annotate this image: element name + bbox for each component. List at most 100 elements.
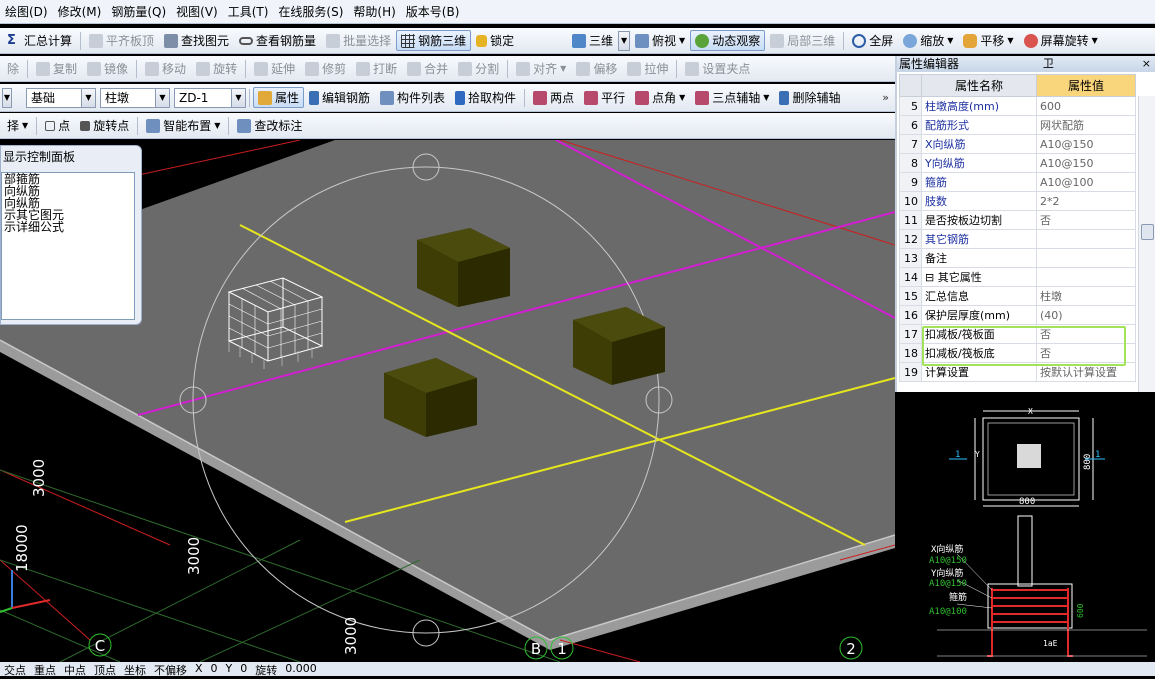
property-row[interactable]: 9 箍筋 A10@100	[899, 172, 1136, 192]
view-rebar-qty-button[interactable]: 查看钢筋量	[234, 30, 321, 51]
snap-vertex[interactable]: 顶点	[94, 662, 116, 676]
pan-button[interactable]: 平移 ▼	[958, 30, 1018, 51]
view-3d-dropdown[interactable]: ▼	[618, 30, 631, 51]
smart-layout-button[interactable]: 智能布置 ▼	[141, 115, 225, 136]
edit-rebar-button[interactable]: 编辑钢筋	[304, 87, 375, 108]
property-row[interactable]: 5 柱墩高度(mm) 600	[899, 96, 1136, 116]
screen-rotate-button[interactable]: 屏幕旋转 ▼	[1019, 30, 1103, 51]
property-name-cell: 汇总信息	[921, 286, 1037, 306]
property-value-cell[interactable]	[1036, 267, 1136, 287]
close-icon[interactable]: ×	[1142, 56, 1155, 72]
two-points-button[interactable]: 两点	[528, 87, 579, 108]
properties-button[interactable]: 属性	[253, 87, 305, 108]
property-value-cell[interactable]: 柱墩	[1036, 286, 1136, 306]
zoom-button[interactable]: 缩放 ▼	[898, 30, 958, 51]
property-row[interactable]: 10 肢数 2*2	[899, 191, 1136, 211]
split-button[interactable]: 分割	[453, 58, 504, 79]
delete-button[interactable]: 除	[2, 58, 24, 79]
no-offset-option[interactable]: 不偏移	[154, 662, 187, 676]
property-row[interactable]: 14 ⊟ 其它属性	[899, 267, 1136, 287]
category-dropdown[interactable]: 基础 ▼	[26, 87, 96, 108]
pick-component-button[interactable]: 拾取构件	[450, 87, 521, 108]
lock-button[interactable]: 锁定	[471, 30, 519, 51]
fullscreen-button[interactable]: 全屏	[847, 30, 898, 51]
menu-draw[interactable]: 绘图(D)	[0, 0, 53, 23]
dynamic-orbit-button[interactable]: 动态观察	[690, 30, 766, 51]
extend-button[interactable]: 延伸	[249, 58, 300, 79]
top-view-button[interactable]: 俯视 ▼	[630, 30, 690, 51]
toolbar-overflow-chevron[interactable]: »	[882, 91, 893, 104]
rotate-input[interactable]: 0.000	[285, 662, 317, 676]
property-value-cell[interactable]: 网状配筋	[1036, 115, 1136, 135]
list-item[interactable]: 示详细公式	[2, 221, 134, 233]
property-row[interactable]: 15 汇总信息 柱墩	[899, 286, 1136, 306]
x-input[interactable]: 0	[211, 662, 218, 676]
rotate-button[interactable]: 旋转	[191, 58, 242, 79]
y-input[interactable]: 0	[240, 662, 247, 676]
top-view-icon	[635, 33, 650, 48]
section-mark-left: 1	[955, 450, 960, 460]
property-row[interactable]: 11 是否按板边切割否	[899, 210, 1136, 230]
rebar-3d-button[interactable]: 钢筋三维	[396, 30, 472, 51]
property-value-cell[interactable]: 600	[1036, 96, 1136, 116]
align-slab-top-button[interactable]: 平齐板顶	[84, 30, 159, 51]
menu-rebar-qty[interactable]: 钢筋量(Q)	[106, 0, 171, 23]
edit-annotation-button[interactable]: 查改标注	[232, 115, 307, 136]
find-element-button[interactable]: 查找图元	[159, 30, 234, 51]
select-button[interactable]: 择 ▼	[2, 115, 33, 136]
scroll-thumb[interactable]	[1141, 224, 1154, 240]
property-row[interactable]: 12 其它钢筋	[899, 229, 1136, 249]
set-grip-button[interactable]: 设置夹点	[680, 58, 755, 79]
snap-perpendicular[interactable]: 重点	[34, 662, 56, 676]
property-row[interactable]: 13 备注	[899, 248, 1136, 268]
pin-icon[interactable]: 卫	[1043, 56, 1058, 72]
panel-list[interactable]: 部箍筋 向纵筋 向纵筋 示其它图元 示详细公式	[1, 172, 135, 320]
property-row[interactable]: 7 X向纵筋 A10@150	[899, 134, 1136, 154]
batch-select-button[interactable]: 批量选择	[321, 30, 396, 51]
component-list-button[interactable]: 构件列表	[375, 87, 450, 108]
property-value-cell[interactable]: A10@150	[1036, 134, 1136, 154]
property-value-cell[interactable]: 2*2	[1036, 191, 1136, 211]
snap-coordinate[interactable]: 坐标	[124, 662, 146, 676]
rotate-point-button[interactable]: 旋转点	[75, 115, 134, 136]
view-3d-button[interactable]: 三维	[567, 30, 618, 51]
property-scrollbar[interactable]	[1138, 96, 1155, 392]
property-value-cell[interactable]: 否	[1036, 210, 1136, 230]
snap-intersection[interactable]: 交点	[4, 662, 26, 676]
property-value-cell[interactable]	[1036, 248, 1136, 268]
point-angle-button[interactable]: 点角 ▼	[630, 87, 690, 108]
property-value-cell[interactable]	[1036, 229, 1136, 249]
property-value-cell[interactable]: A10@100	[1036, 172, 1136, 192]
calc-summary-button[interactable]: Σ 汇总计算	[2, 30, 77, 51]
trim-button[interactable]: 修剪	[300, 58, 351, 79]
property-row[interactable]: 6 配筋形式 网状配筋	[899, 115, 1136, 135]
stretch-button[interactable]: 拉伸	[622, 58, 673, 79]
copy-button[interactable]: 复制	[31, 58, 82, 79]
menu-version[interactable]: 版本号(B)	[401, 0, 465, 23]
mirror-button[interactable]: 镜像	[82, 58, 133, 79]
three-point-axis-button[interactable]: 三点辅轴 ▼	[690, 87, 774, 108]
menu-help[interactable]: 帮助(H)	[348, 0, 400, 23]
menu-tools[interactable]: 工具(T)	[223, 0, 274, 23]
menu-modify[interactable]: 修改(M)	[53, 0, 107, 23]
snap-midpoint[interactable]: 中点	[64, 662, 86, 676]
type-dropdown-partial[interactable]: ▼	[2, 87, 12, 108]
menu-online[interactable]: 在线服务(S)	[273, 0, 348, 23]
break-button[interactable]: 打断	[351, 58, 402, 79]
parallel-button[interactable]: 平行	[579, 87, 630, 108]
property-row[interactable]: 8 Y向纵筋 A10@150	[899, 153, 1136, 173]
offset-button[interactable]: 偏移	[571, 58, 622, 79]
move-button[interactable]: 移动	[140, 58, 191, 79]
property-row[interactable]: 16 保护层厚度(mm) (40)	[899, 305, 1136, 325]
component-type-dropdown[interactable]: 柱墩 ▼	[100, 87, 170, 108]
merge-button[interactable]: 合并	[402, 58, 453, 79]
property-value-cell[interactable]: (40)	[1036, 305, 1136, 325]
delete-axis-button[interactable]: 删除辅轴	[774, 87, 845, 108]
menu-view[interactable]: 视图(V)	[171, 0, 223, 23]
local-3d-button[interactable]: 局部三维	[765, 30, 840, 51]
align-button[interactable]: 对齐 ▼	[511, 58, 571, 79]
separator	[80, 31, 82, 50]
component-name-dropdown[interactable]: ZD-1 ▼	[174, 87, 246, 108]
point-button[interactable]: 点	[40, 115, 75, 136]
property-value-cell[interactable]: A10@150	[1036, 153, 1136, 173]
